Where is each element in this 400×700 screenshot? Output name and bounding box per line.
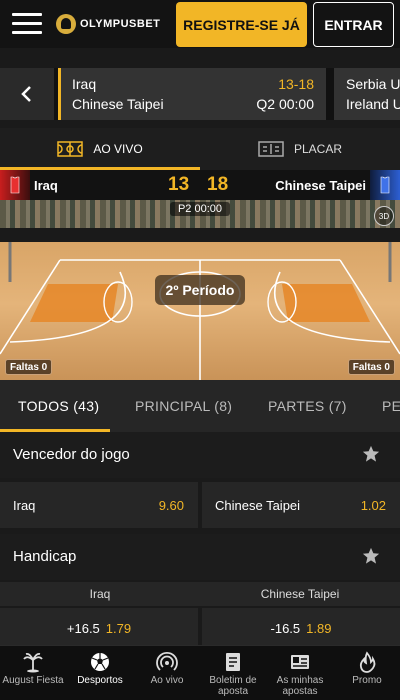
nav-label: Ao vivo: [150, 675, 184, 686]
nav-label: As minhas apostas: [276, 675, 324, 697]
odd-button[interactable]: +16.5 1.79: [0, 608, 198, 648]
palm-tree-icon: [23, 652, 43, 673]
jersey-icon: [10, 176, 20, 194]
ad-board: [0, 228, 400, 242]
team-b-flag: [370, 170, 400, 200]
live-broadcast-icon: [156, 651, 178, 671]
court-floor: [0, 228, 400, 380]
3d-view-toggle[interactable]: 3D: [374, 206, 394, 226]
market-title: Vencedor do jogo: [13, 446, 130, 463]
live-court-visual: P2 00:00 3D 2º Período Faltas 0 Faltas 0: [0, 200, 400, 380]
scoreboard: Iraq 13 18 Chinese Taipei: [0, 170, 400, 200]
odd-button[interactable]: Iraq 9.60: [0, 482, 198, 528]
tab-score-label: PLACAR: [293, 142, 343, 156]
fouls-team-b: Faltas 0: [347, 359, 395, 375]
tab-main[interactable]: PRINCIPAL (8): [135, 380, 232, 432]
nav-label: Promo: [352, 675, 382, 686]
handicap-columns: Iraq Chinese Taipei: [0, 582, 400, 606]
handicap-col-a: Iraq: [89, 587, 111, 601]
handicap-line: -16.5: [270, 620, 301, 636]
odd-price: 9.60: [158, 498, 184, 513]
nav-sports[interactable]: Desportos: [67, 646, 133, 700]
match-score: 13-18: [278, 76, 314, 92]
match-team-a: Iraq: [72, 76, 97, 92]
tab-halves[interactable]: PARTES (7): [268, 380, 347, 432]
odd-price: 1.79: [105, 620, 132, 636]
bet-slip-icon: [226, 653, 240, 671]
login-button[interactable]: ENTRAR: [313, 2, 394, 47]
scoreboard-score-a: 13: [168, 174, 190, 195]
market-tabs: TODOS (43) PRINCIPAL (8) PARTES (7) PE: [0, 380, 400, 432]
match-time: Q2 00:00: [256, 96, 314, 112]
market-winner-odds: Iraq 9.60 Chinese Taipei 1.02: [0, 480, 400, 530]
tab-live-label: AO VIVO: [93, 142, 143, 156]
scoreboard-team-a: Iraq: [34, 178, 58, 193]
court-lines: [0, 228, 400, 380]
period-clock: P2 00:00: [170, 202, 230, 216]
nav-promo[interactable]: Promo: [334, 646, 400, 700]
team-a-flag: [0, 170, 30, 200]
match-team-b: Chinese Taipei: [72, 96, 164, 112]
odd-selection: Iraq: [13, 498, 36, 513]
fouls-team-a: Faltas 0: [5, 359, 53, 375]
back-button[interactable]: [0, 68, 54, 120]
nav-live[interactable]: Ao vivo: [134, 646, 200, 700]
market-title: Handicap: [13, 548, 77, 565]
tab-score[interactable]: PLACAR: [200, 128, 400, 170]
nav-label: Desportos: [77, 675, 123, 686]
match-card-current[interactable]: Iraq Chinese Taipei 13-18 Q2 00:00: [58, 68, 326, 120]
logo[interactable]: OLYMPUSBET: [56, 12, 160, 36]
court-icon: [57, 141, 84, 157]
olympus-logo-icon: [56, 14, 76, 34]
market-winner-header[interactable]: Vencedor do jogo: [0, 432, 400, 478]
tab-live[interactable]: AO VIVO: [0, 128, 200, 170]
logo-text: OLYMPUSBET: [80, 18, 161, 30]
tab-all[interactable]: TODOS (43): [18, 380, 99, 432]
scoreboard-icon: [258, 141, 284, 157]
market-handicap-header[interactable]: Handicap: [0, 534, 400, 580]
star-icon[interactable]: [362, 547, 380, 565]
scoreboard-score-b: 18: [207, 174, 229, 195]
handicap-row: +16.5 1.79 -16.5 1.89: [0, 608, 400, 648]
odd-price: 1.89: [306, 620, 332, 636]
handicap-col-b: Chinese Taipei: [260, 587, 340, 601]
fire-icon: [359, 651, 376, 673]
soccer-ball-icon: [91, 653, 109, 671]
match-team-b: Ireland U: [346, 96, 400, 112]
nav-label: Boletim de aposta: [209, 675, 257, 697]
odd-button[interactable]: Chinese Taipei 1.02: [202, 482, 400, 528]
odd-price: 1.02: [360, 498, 386, 513]
match-team-a: Serbia U: [346, 76, 400, 92]
chevron-left-icon: [21, 86, 31, 102]
my-bets-icon: [291, 655, 309, 669]
view-tabs: AO VIVO PLACAR: [0, 128, 400, 170]
period-label: 2º Período: [155, 275, 245, 305]
star-icon[interactable]: [362, 445, 380, 463]
nav-label: August Fiesta: [2, 675, 64, 686]
handicap-line: +16.5: [66, 620, 100, 636]
nav-my-bets[interactable]: As minhas apostas: [267, 646, 333, 700]
match-carousel: Iraq Chinese Taipei 13-18 Q2 00:00 Serbi…: [0, 68, 400, 120]
bottom-navigation: August Fiesta Desportos Ao vivo Boletim …: [0, 645, 400, 700]
scoreboard-team-b: Chinese Taipei: [275, 178, 366, 193]
match-card-next[interactable]: Serbia U Ireland U: [334, 68, 400, 120]
odd-button[interactable]: -16.5 1.89: [202, 608, 400, 648]
odd-selection: Chinese Taipei: [215, 498, 301, 513]
menu-icon[interactable]: [12, 13, 42, 35]
register-button[interactable]: REGISTRE-SE JÁ: [176, 2, 307, 47]
top-header: OLYMPUSBET REGISTRE-SE JÁ ENTRAR: [0, 0, 400, 48]
jersey-icon: [380, 176, 390, 194]
nav-august-fiesta[interactable]: August Fiesta: [0, 646, 66, 700]
tab-more[interactable]: PE: [382, 380, 400, 432]
nav-bet-slip[interactable]: Boletim de aposta: [200, 646, 266, 700]
